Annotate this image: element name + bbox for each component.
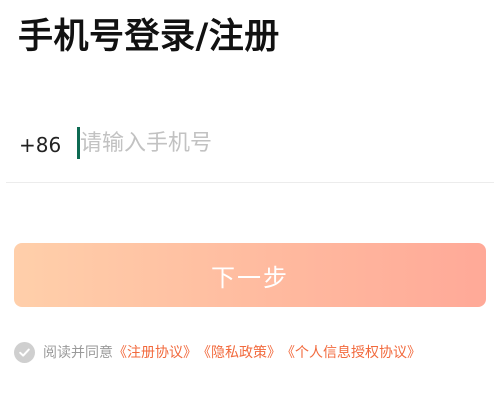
link-register-agreement[interactable]: 《注册协议》: [113, 342, 197, 362]
phone-input[interactable]: [80, 126, 470, 160]
input-divider: [6, 182, 494, 183]
page-title: 手机号登录/注册: [18, 17, 280, 57]
phone-input-row: +86: [0, 118, 497, 182]
next-button[interactable]: 下一步: [14, 243, 486, 307]
country-code[interactable]: +86: [19, 133, 61, 157]
login-screen: 手机号登录/注册 +86 下一步 阅读并同意 《注册协议》 《隐私政策》 《个人…: [0, 0, 497, 398]
agreement-prefix: 阅读并同意: [43, 345, 113, 361]
link-privacy-policy[interactable]: 《隐私政策》: [197, 342, 281, 362]
agreement-row: 阅读并同意 《注册协议》 《隐私政策》 《个人信息授权协议》: [14, 340, 421, 364]
check-circle-icon[interactable]: [14, 341, 35, 363]
link-personal-info-authorization[interactable]: 《个人信息授权协议》: [281, 342, 421, 362]
check-mark-icon: [19, 348, 30, 357]
